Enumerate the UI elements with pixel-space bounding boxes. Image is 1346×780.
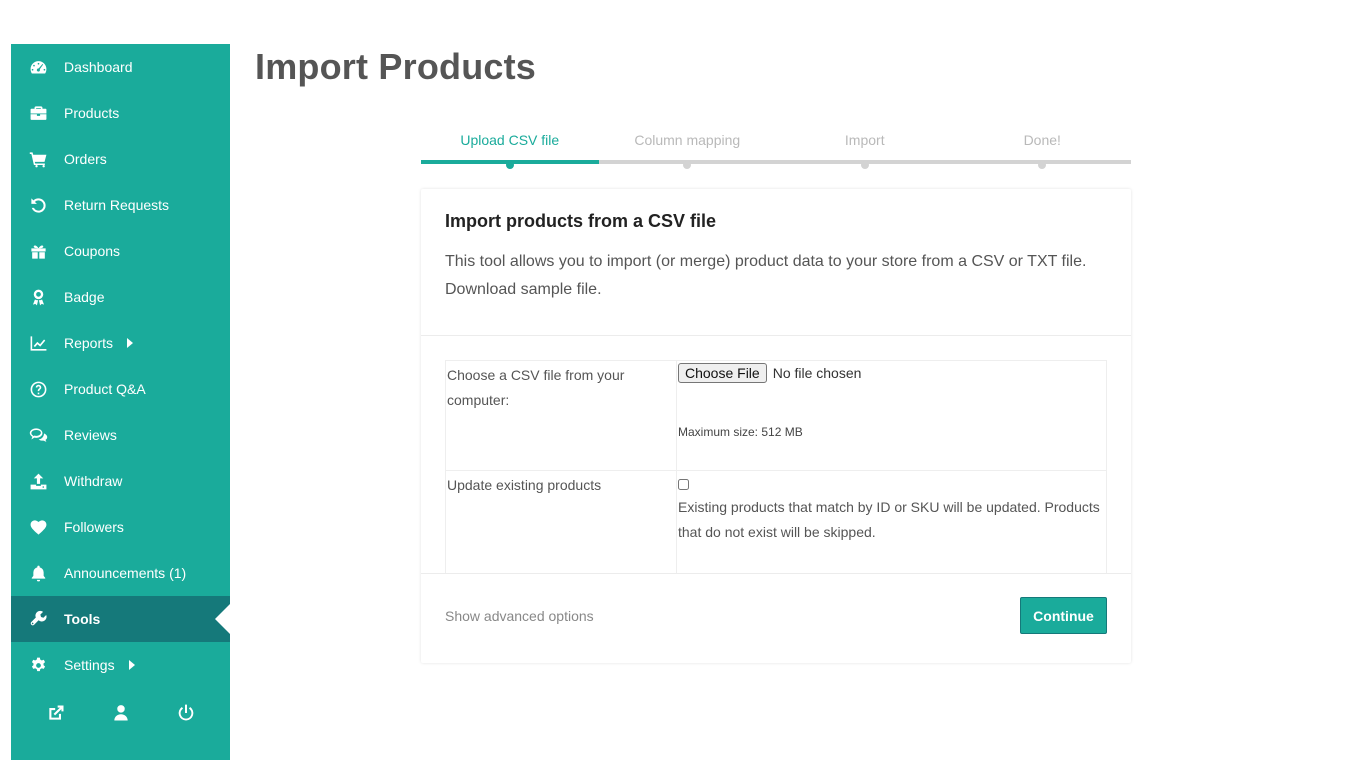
step-dot	[683, 161, 692, 169]
card-header: Import products from a CSV file This too…	[421, 189, 1131, 336]
step-import: Import	[776, 125, 954, 170]
table-row: Choose a CSV file from your computer: Ch…	[445, 360, 1107, 471]
description-text: This tool allows you to import (or merge…	[445, 253, 1087, 270]
sidebar-item-label: Orders	[64, 151, 107, 167]
sidebar-footer	[11, 690, 230, 736]
award-icon	[27, 286, 49, 308]
sidebar-item-label: Return Requests	[64, 197, 170, 213]
bell-icon	[27, 562, 49, 584]
sidebar-item-settings[interactable]: Settings	[11, 642, 230, 688]
caret-right-icon	[127, 338, 134, 348]
sidebar-item-orders[interactable]: Orders	[11, 136, 230, 182]
cart-icon	[27, 148, 49, 170]
dashboard-icon	[27, 56, 49, 78]
step-done: Done!	[953, 125, 1132, 170]
sidebar-item-announcements[interactable]: Announcements (1)	[11, 550, 230, 596]
sidebar-item-label: Badge	[64, 289, 105, 305]
step-dot	[505, 161, 514, 169]
sidebar-item-badge[interactable]: Badge	[11, 274, 230, 320]
sidebar-item-tools[interactable]: Tools	[11, 596, 230, 642]
import-steps: Upload CSV file Column mapping Import Do…	[421, 125, 1131, 170]
update-existing-help: Existing products that match by ID or SK…	[678, 499, 1100, 540]
sidebar: Dashboard Products Orders Return Request…	[11, 44, 230, 760]
gear-icon	[27, 654, 49, 676]
sidebar-item-followers[interactable]: Followers	[11, 504, 230, 550]
max-size-note: Maximum size: 512 MB	[678, 425, 803, 439]
continue-button[interactable]: Continue	[1020, 597, 1107, 634]
sidebar-item-label: Product Q&A	[64, 381, 146, 397]
sidebar-item-label: Settings	[64, 657, 115, 673]
sidebar-item-label: Products	[64, 105, 120, 121]
sidebar-item-label: Announcements (1)	[64, 565, 187, 581]
sidebar-item-dashboard[interactable]: Dashboard	[11, 44, 230, 90]
sidebar-item-label: Followers	[64, 519, 124, 535]
show-advanced-options-link[interactable]: Show advanced options	[445, 608, 594, 624]
power-icon[interactable]	[175, 702, 197, 724]
wrench-icon	[27, 608, 49, 630]
sidebar-item-label: Tools	[64, 611, 101, 627]
sidebar-item-label: Reviews	[64, 427, 117, 443]
chart-line-icon	[27, 332, 49, 354]
page-title: Import Products	[255, 46, 537, 87]
question-circle-icon	[27, 378, 49, 400]
heart-icon	[27, 516, 49, 538]
caret-right-icon	[128, 660, 135, 670]
step-dot	[1038, 161, 1047, 169]
step-label: Upload CSV file	[460, 132, 560, 148]
external-link-icon[interactable]	[45, 702, 67, 724]
step-label: Done!	[1023, 132, 1061, 148]
download-sample-text: Download sample file.	[445, 281, 602, 298]
user-icon[interactable]	[110, 702, 132, 724]
table-row: Update existing products Existing produc…	[445, 470, 1107, 574]
step-upload-csv: Upload CSV file	[421, 125, 599, 170]
undo-icon	[27, 194, 49, 216]
update-existing-cell: Existing products that match by ID or SK…	[676, 470, 1107, 574]
sidebar-item-return-requests[interactable]: Return Requests	[11, 182, 230, 228]
update-existing-checkbox[interactable]	[678, 479, 689, 490]
file-status: No file chosen	[772, 365, 862, 381]
sidebar-item-label: Reports	[64, 335, 114, 351]
card-description: This tool allows you to import (or merge…	[445, 248, 1107, 304]
file-field-cell: Choose File No file chosen Maximum size:…	[676, 360, 1107, 471]
import-form-table: Choose a CSV file from your computer: Ch…	[445, 360, 1107, 574]
sidebar-item-reports[interactable]: Reports	[11, 320, 230, 366]
card-footer: Show advanced options Continue	[421, 573, 1131, 663]
gift-icon	[27, 240, 49, 262]
briefcase-icon	[27, 102, 49, 124]
step-label: Import	[844, 132, 885, 148]
sidebar-item-label: Dashboard	[64, 59, 133, 75]
step-dot	[860, 161, 869, 169]
sidebar-item-coupons[interactable]: Coupons	[11, 228, 230, 274]
file-input[interactable]: Choose File No file chosen	[678, 363, 1106, 383]
import-card: Import products from a CSV file This too…	[421, 189, 1131, 663]
choose-file-button[interactable]: Choose File	[678, 363, 767, 383]
update-existing-label: Update existing products	[445, 470, 677, 574]
sidebar-item-products[interactable]: Products	[11, 90, 230, 136]
sidebar-item-label: Coupons	[64, 243, 121, 259]
comments-icon	[27, 424, 49, 446]
sidebar-item-reviews[interactable]: Reviews	[11, 412, 230, 458]
sidebar-item-label: Withdraw	[64, 473, 123, 489]
upload-icon	[27, 470, 49, 492]
step-label: Column mapping	[634, 132, 741, 148]
file-label: Choose a CSV file from your computer:	[445, 360, 677, 471]
card-title: Import products from a CSV file	[445, 211, 717, 231]
sidebar-item-product-qa[interactable]: Product Q&A	[11, 366, 230, 412]
sidebar-item-withdraw[interactable]: Withdraw	[11, 458, 230, 504]
step-column-mapping: Column mapping	[598, 125, 777, 170]
